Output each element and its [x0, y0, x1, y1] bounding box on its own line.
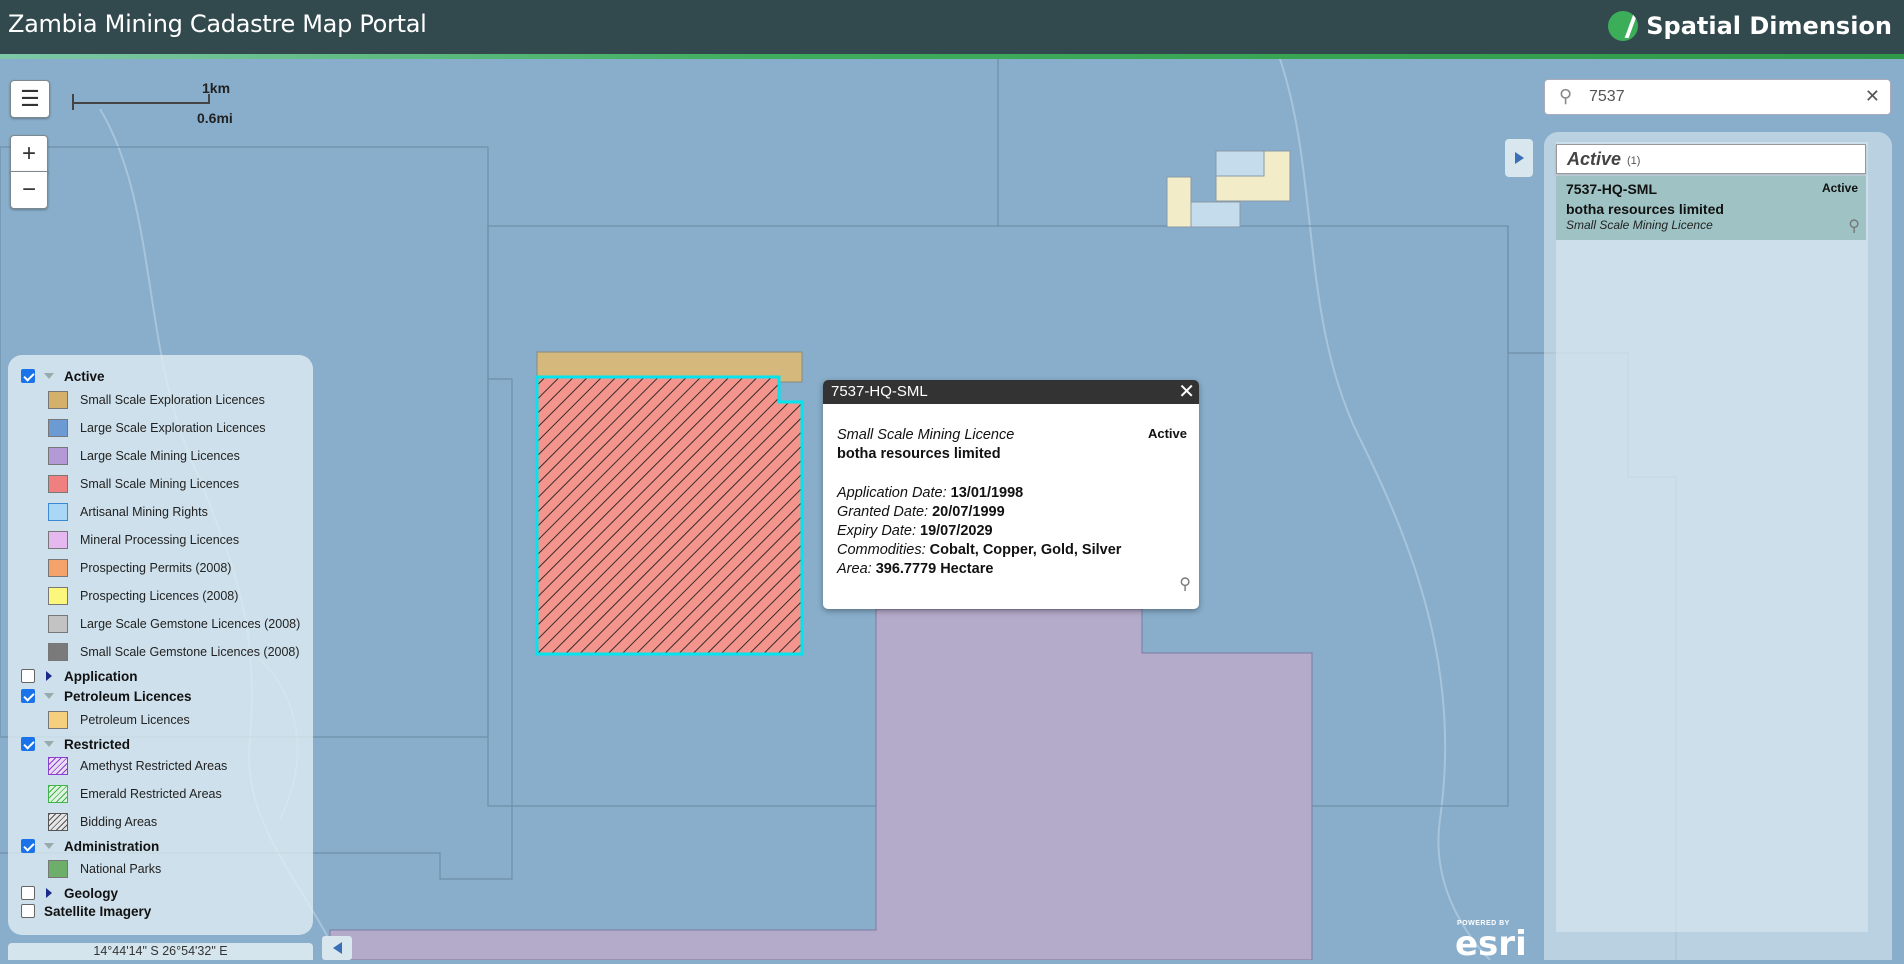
coordinate-readout: 14°44'14" S 26°54'32" E [8, 943, 313, 960]
legend-item: Artisanal Mining Rights [48, 501, 208, 523]
result-status: Active [1821, 181, 1858, 195]
legend-item: Large Scale Gemstone Licences (2008) [48, 613, 300, 635]
results-group-header[interactable]: Active (1) [1556, 144, 1866, 174]
scale-mi: 0.6mi [197, 110, 233, 126]
popup-header: 7537-HQ-SML ✕ [823, 380, 1199, 404]
checkbox-petroleum[interactable] [21, 689, 35, 703]
app-header: Zambia Mining Cadastre Map Portal Spatia… [0, 0, 1904, 54]
zoom-to-icon[interactable]: ⚲ [1179, 574, 1191, 594]
result-type: Small Scale Mining Licence [1566, 218, 1713, 232]
checkbox-application[interactable] [21, 669, 35, 683]
hamburger-icon: ☰ [20, 86, 40, 111]
zoom-in-button[interactable]: + [10, 135, 48, 173]
checkbox-geology[interactable] [21, 886, 35, 900]
legend-item: Bidding Areas [48, 811, 157, 833]
legend-group-administration[interactable]: Administration [21, 835, 159, 857]
play-left-icon [332, 942, 342, 954]
expand-icon[interactable] [44, 373, 54, 379]
spatial-dimension-logo-icon [1608, 11, 1639, 41]
licence-type: Small Scale Mining Licence [837, 427, 1015, 443]
legend-group-petroleum[interactable]: Petroleum Licences [21, 685, 192, 707]
result-code: 7537-HQ-SML [1566, 181, 1658, 197]
results-list [1556, 142, 1868, 932]
zoom-to-icon[interactable]: ⚲ [1848, 216, 1860, 236]
legend-item: Amethyst Restricted Areas [48, 755, 227, 777]
legend-group-restricted[interactable]: Restricted [21, 733, 130, 755]
expand-icon[interactable] [44, 843, 54, 849]
expand-icon[interactable] [46, 671, 52, 681]
licence-holder: botha resources limited [837, 446, 1001, 462]
play-right-icon [1514, 152, 1524, 164]
popup-title: 7537-HQ-SML [831, 383, 928, 400]
status-badge: Active [1147, 426, 1187, 441]
search-icon: ⚲ [1559, 86, 1573, 106]
expiry-date: Expiry Date: 19/07/2029 [837, 523, 993, 539]
application-date: Application Date: 13/01/1998 [837, 485, 1024, 501]
search-input[interactable]: 7537 [1589, 88, 1625, 106]
legend-item: Petroleum Licences [48, 709, 190, 731]
legend-item: Emerald Restricted Areas [48, 783, 222, 805]
legend-group-application[interactable]: Application [21, 665, 138, 687]
legend-item: Large Scale Mining Licences [48, 445, 240, 467]
legend-item: Small Scale Exploration Licences [48, 389, 265, 411]
checkbox-active[interactable] [21, 369, 35, 383]
feature-popup: 7537-HQ-SML ✕ Small Scale Mining Licence… [823, 380, 1199, 609]
results-panel: Active (1) 7537-HQ-SML Active botha reso… [1544, 132, 1892, 960]
brand-logo[interactable]: Spatial Dimension [1608, 8, 1892, 44]
legend-item: Mineral Processing Licences [48, 529, 239, 551]
legend-item: Prospecting Permits (2008) [48, 557, 231, 579]
expand-icon[interactable] [44, 741, 54, 747]
legend-group-satellite[interactable]: Satellite Imagery [21, 900, 151, 922]
commodities: Commodities: Cobalt, Copper, Gold, Silve… [837, 542, 1122, 558]
scale-km: 1km [202, 80, 231, 96]
legend-item: Small Scale Gemstone Licences (2008) [48, 641, 300, 663]
results-panel-toggle[interactable] [1505, 139, 1533, 177]
brand-name: Spatial Dimension [1646, 12, 1892, 40]
legend-group-active[interactable]: Active [21, 365, 105, 387]
result-item[interactable]: 7537-HQ-SML Active botha resources limit… [1556, 176, 1866, 240]
esri-logo: POWERED BY esri [1455, 920, 1527, 964]
checkbox-satellite[interactable] [21, 904, 35, 918]
menu-button[interactable]: ☰ [10, 80, 50, 118]
expand-icon[interactable] [44, 693, 54, 699]
legend-item: Large Scale Exploration Licences [48, 417, 266, 439]
zoom-out-button[interactable]: − [10, 171, 48, 209]
legend-item: Small Scale Mining Licences [48, 473, 239, 495]
area: Area: 396.7779 Hectare [837, 561, 994, 577]
legend-panel: Active Small Scale Exploration Licences … [8, 355, 313, 935]
app-title: Zambia Mining Cadastre Map Portal [8, 10, 427, 38]
checkbox-restricted[interactable] [21, 737, 35, 751]
expand-icon[interactable] [46, 888, 52, 898]
clear-icon[interactable]: ✕ [1865, 86, 1880, 107]
close-icon[interactable]: ✕ [1178, 380, 1195, 404]
legend-item: Prospecting Licences (2008) [48, 585, 238, 607]
legend-collapse-button[interactable] [322, 936, 352, 960]
result-holder: botha resources limited [1566, 201, 1724, 217]
search-box[interactable]: ⚲ 7537 ✕ [1544, 79, 1891, 115]
granted-date: Granted Date: 20/07/1999 [837, 504, 1005, 520]
checkbox-administration[interactable] [21, 839, 35, 853]
scale-bar: 1km 0.6mi [70, 78, 240, 128]
legend-item: National Parks [48, 858, 161, 880]
